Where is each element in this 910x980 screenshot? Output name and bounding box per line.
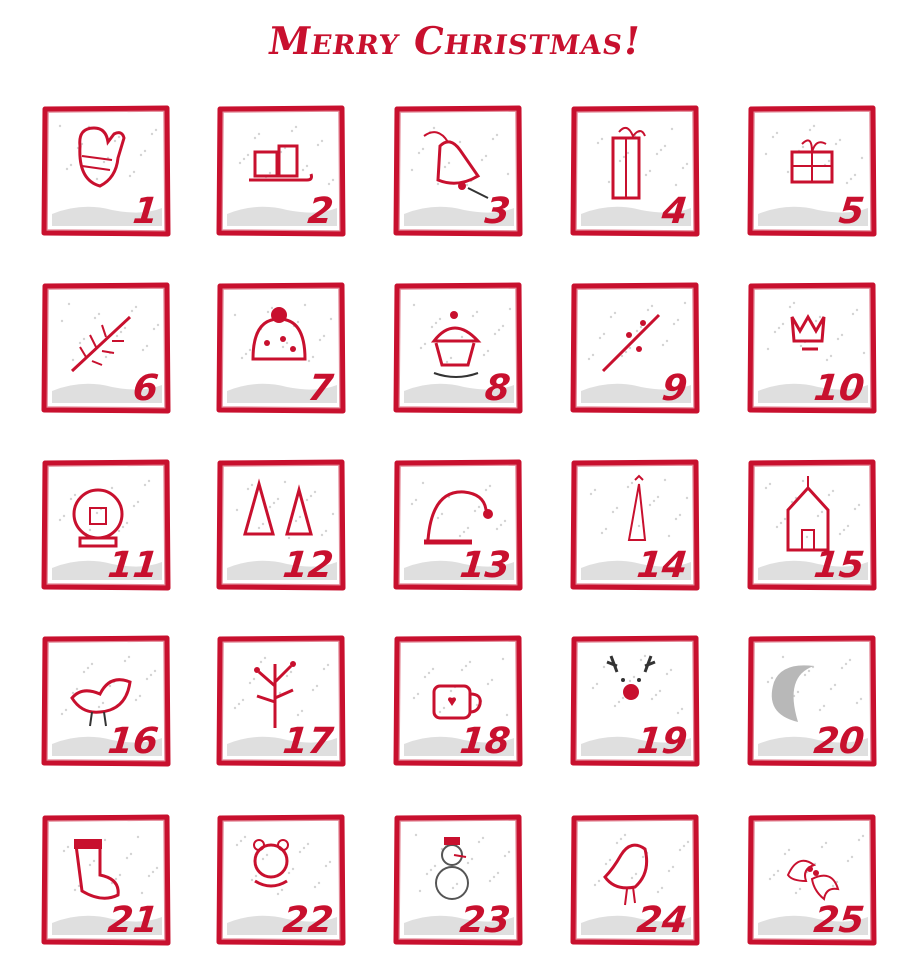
calendar-day-10[interactable]: 10: [747, 282, 877, 414]
day-number: 6: [130, 368, 161, 409]
calendar-day-1[interactable]: 1: [41, 105, 171, 237]
calendar-day-21[interactable]: 21: [41, 814, 171, 946]
calendar-day-19[interactable]: 19: [570, 635, 700, 767]
day-number: 13: [457, 545, 513, 586]
day-number: 1: [130, 191, 161, 232]
calendar-day-14[interactable]: 14: [570, 459, 700, 591]
day-number: 8: [482, 368, 513, 409]
day-number: 7: [305, 368, 336, 409]
day-number: 12: [280, 545, 336, 586]
calendar-day-17[interactable]: 17: [216, 635, 346, 767]
calendar-day-20[interactable]: 20: [747, 635, 877, 767]
advent-calendar-grid: 1 2 3 4 5 6 7 8 9 10 11 12 13 14 15 16 1: [0, 0, 910, 980]
calendar-day-4[interactable]: 4: [570, 105, 700, 237]
calendar-day-3[interactable]: 3: [393, 105, 523, 237]
day-number: 21: [105, 900, 161, 941]
day-number: 16: [105, 721, 161, 762]
day-number: 20: [811, 721, 867, 762]
calendar-day-23[interactable]: 23: [393, 814, 523, 946]
calendar-day-16[interactable]: 16: [41, 635, 171, 767]
day-number: 22: [280, 900, 336, 941]
calendar-day-12[interactable]: 12: [216, 459, 346, 591]
calendar-day-8[interactable]: 8: [393, 282, 523, 414]
calendar-day-9[interactable]: 9: [570, 282, 700, 414]
day-number: 23: [457, 900, 513, 941]
day-number: 10: [811, 368, 867, 409]
day-number: 15: [811, 545, 867, 586]
calendar-day-6[interactable]: 6: [41, 282, 171, 414]
calendar-day-11[interactable]: 11: [41, 459, 171, 591]
calendar-day-5[interactable]: 5: [747, 105, 877, 237]
day-number: 18: [457, 721, 513, 762]
day-number: 14: [634, 545, 690, 586]
day-number: 11: [105, 545, 161, 586]
calendar-day-15[interactable]: 15: [747, 459, 877, 591]
calendar-day-13[interactable]: 13: [393, 459, 523, 591]
day-number: 17: [280, 721, 336, 762]
day-number: 9: [659, 368, 690, 409]
day-number: 5: [836, 191, 867, 232]
day-number: 19: [634, 721, 690, 762]
calendar-day-7[interactable]: 7: [216, 282, 346, 414]
calendar-day-18[interactable]: 18: [393, 635, 523, 767]
calendar-day-25[interactable]: 25: [747, 814, 877, 946]
day-number: 2: [305, 191, 336, 232]
day-number: 3: [482, 191, 513, 232]
day-number: 4: [659, 191, 690, 232]
calendar-day-22[interactable]: 22: [216, 814, 346, 946]
day-number: 25: [811, 900, 867, 941]
calendar-day-24[interactable]: 24: [570, 814, 700, 946]
calendar-day-2[interactable]: 2: [216, 105, 346, 237]
day-number: 24: [634, 900, 690, 941]
